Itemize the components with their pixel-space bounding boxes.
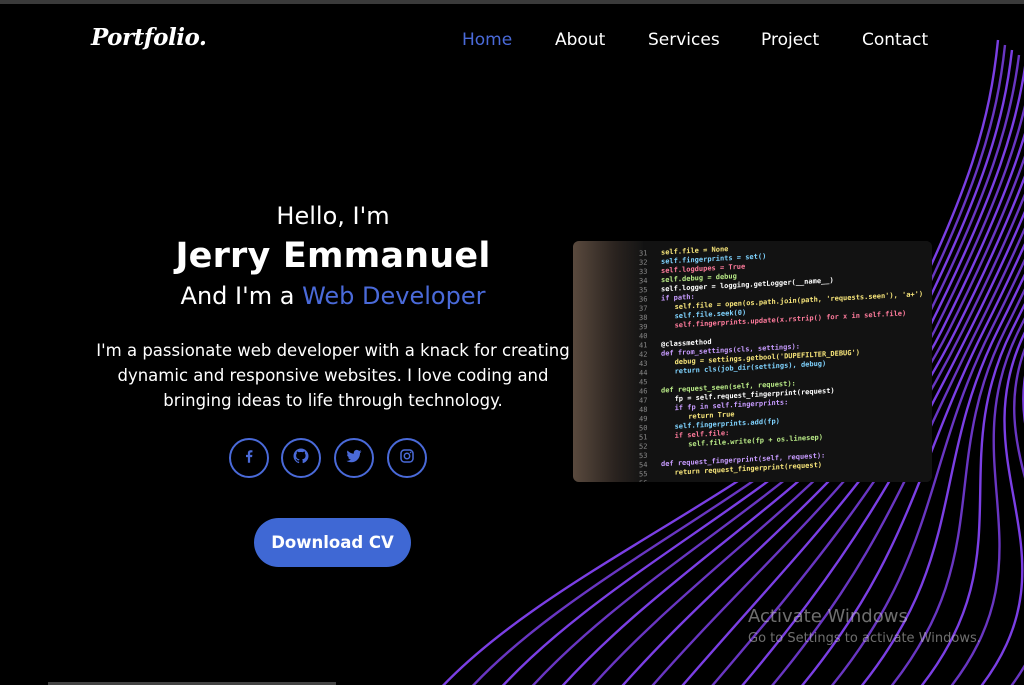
watermark-subtitle: Go to Settings to activate Windows. [748,631,981,646]
code-line-number: 54 [639,461,647,469]
code-line-number: 37 [639,304,647,312]
code-line-number: 47 [639,396,647,404]
download-cv-button[interactable]: Download CV [254,518,411,567]
nav-services[interactable]: Services [648,30,720,50]
code-line-number: 56 [639,479,647,482]
twitter-icon [345,447,363,469]
nav-contact[interactable]: Contact [862,30,928,50]
instagram-icon [398,447,416,469]
code-line-number: 53 [639,452,647,460]
code-line-number: 48 [639,406,647,414]
code-line-number: 42 [639,350,647,358]
hero-bio: I'm a passionate web developer with a kn… [96,338,570,413]
main-nav: Home About Services Project Contact [0,30,1024,54]
nav-project[interactable]: Project [761,30,819,50]
code-line-number: 45 [639,378,647,386]
code-line-number: 36 [639,295,647,303]
code-line-number: 43 [639,360,647,368]
code-line-number: 46 [639,387,647,395]
nav-home[interactable]: Home [462,30,512,50]
hero-name: Jerry Emmanuel [175,236,491,276]
hero-role-line: And I'm a Web Developer [96,282,570,310]
code-line-number: 39 [639,323,647,331]
watermark-title: Activate Windows [748,606,908,627]
facebook-icon [240,447,258,469]
code-screen-photo: 31 self.file = None 32 self.fingerprints = … [573,241,932,482]
code-line-number: 52 [639,442,647,450]
code-line-number: 49 [639,415,647,423]
bio-line: dynamic and responsive websites. I love … [117,366,549,385]
bio-line: bringing ideas to life through technolog… [163,391,503,410]
hero-intro: Hello, I'm Jerry Emmanuel And I'm a Web … [96,200,570,413]
code-line-number: 35 [639,286,647,294]
code-screen-image: 31 self.file = None32 self.fingerprints = … [573,241,932,482]
code-line-number: 33 [639,268,647,276]
github-link[interactable] [281,438,321,478]
nav-about[interactable]: About [555,30,605,50]
twitter-link[interactable] [334,438,374,478]
code-line-number: 55 [639,470,647,478]
hero-greeting: Hello, I'm [276,202,390,230]
hero-role-prefix: And I'm a [180,282,295,310]
instagram-link[interactable] [387,438,427,478]
facebook-link[interactable] [229,438,269,478]
code-line-number: 32 [639,258,647,266]
bio-line: I'm a passionate web developer with a kn… [96,341,570,360]
code-line-number: 31 [639,249,647,257]
code-line-number: 38 [639,314,647,322]
windows-activation-watermark: Activate Windows Go to Settings to activ… [748,606,981,646]
code-line-number: 40 [639,332,647,340]
github-icon [292,447,310,469]
code-line-number: 50 [639,424,647,432]
hero-role: Web Developer [302,282,486,310]
code-line-number: 44 [639,369,647,377]
code-line-number: 41 [639,341,647,349]
code-line-number: 34 [639,277,647,285]
social-links [229,438,429,478]
code-line-number: 51 [639,433,647,441]
